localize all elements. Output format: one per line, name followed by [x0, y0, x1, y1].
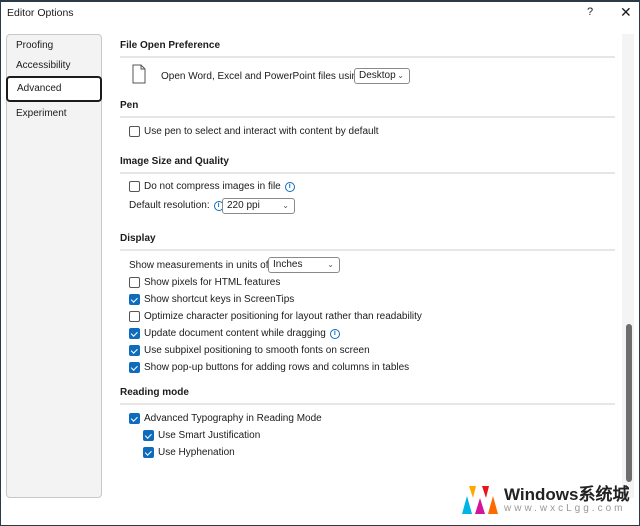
use-pen-checkbox[interactable]: Use pen to select and interact with cont… [129, 126, 379, 137]
checkbox[interactable] [129, 311, 140, 322]
checkbox-label: Update document content while dragging [144, 328, 326, 339]
checkbox-label: Do not compress images in file [144, 181, 281, 192]
checkbox[interactable] [143, 430, 154, 441]
resolution-value: 220 ppi [227, 200, 260, 211]
checkbox-label: Show pop-up buttons for adding rows and … [144, 362, 410, 373]
option-checkbox[interactable]: Use Smart Justification [143, 430, 260, 441]
divider [120, 116, 615, 118]
heading-file-open: File Open Preference [120, 40, 221, 51]
sidebar-item-proofing[interactable]: Proofing [10, 40, 59, 51]
help-button[interactable]: ? [587, 6, 593, 18]
info-icon[interactable]: i [284, 181, 295, 192]
checkbox[interactable] [129, 277, 140, 288]
checkbox[interactable] [129, 328, 140, 339]
divider [120, 56, 615, 58]
units-select[interactable]: Inches ⌄ [268, 257, 340, 273]
checkbox-label: Show pixels for HTML features [144, 277, 281, 288]
chevron-down-icon: ⌄ [282, 201, 289, 210]
option-checkbox[interactable]: Show shortcut keys in ScreenTips [129, 294, 294, 305]
divider [120, 249, 615, 251]
resolution-row: Default resolution: i [129, 200, 224, 211]
heading-display: Display [120, 233, 156, 244]
checkbox-label: Advanced Typography in Reading Mode [144, 413, 322, 424]
resolution-label: Default resolution: [129, 200, 210, 211]
window-title: Editor Options [7, 7, 74, 19]
option-checkbox[interactable]: Optimize character positioning for layou… [129, 311, 422, 322]
chevron-down-icon: ⌄ [397, 71, 404, 80]
checkbox[interactable] [129, 413, 140, 424]
units-value: Inches [273, 259, 303, 270]
heading-pen: Pen [120, 100, 139, 111]
divider [120, 403, 615, 405]
checkbox[interactable] [143, 447, 154, 458]
checkbox-label: Use pen to select and interact with cont… [144, 126, 379, 137]
close-button[interactable]: ✕ [620, 4, 632, 21]
option-checkbox[interactable]: Use Hyphenation [143, 447, 235, 458]
sidebar-item-experiment[interactable]: Experiment [10, 108, 73, 119]
option-checkbox[interactable]: Show pixels for HTML features [129, 277, 280, 288]
checkbox[interactable] [129, 181, 140, 192]
sidebar [6, 34, 102, 498]
info-icon[interactable]: i [329, 328, 340, 339]
option-checkbox[interactable]: Show pop-up buttons for adding rows and … [129, 362, 409, 373]
file-open-value: Desktop [359, 70, 396, 81]
checkbox-label: Show shortcut keys in ScreenTips [144, 294, 295, 305]
option-checkbox[interactable]: Use subpixel positioning to smooth fonts… [129, 345, 370, 356]
no-compress-checkbox[interactable]: Do not compress images in file i [129, 181, 295, 192]
file-open-label: Open Word, Excel and PowerPoint files us… [161, 71, 366, 82]
checkbox-label: Optimize character positioning for layou… [144, 311, 422, 322]
sidebar-item-accessibility[interactable]: Accessibility [10, 60, 76, 71]
checkbox[interactable] [129, 362, 140, 373]
windows-logo-icon [462, 486, 498, 514]
file-open-select[interactable]: Desktop ⌄ [354, 68, 410, 84]
heading-image: Image Size and Quality [120, 156, 229, 167]
checkbox-label: Use Hyphenation [158, 447, 235, 458]
watermark-logo: Windows系统城 www.wxcLgg.com [460, 484, 629, 516]
checkbox[interactable] [129, 345, 140, 356]
resolution-select[interactable]: 220 ppi ⌄ [222, 198, 295, 214]
checkbox[interactable] [129, 294, 140, 305]
divider [120, 172, 615, 174]
option-checkbox[interactable]: Update document content while dragging i [129, 328, 340, 339]
checkbox-label: Use Smart Justification [158, 430, 261, 441]
checkbox-label: Use subpixel positioning to smooth fonts… [144, 345, 370, 356]
sidebar-item-advanced[interactable]: Advanced [6, 76, 102, 102]
option-checkbox[interactable]: Advanced Typography in Reading Mode [129, 413, 322, 424]
scrollbar-thumb[interactable] [626, 324, 632, 482]
chevron-down-icon: ⌄ [327, 260, 334, 269]
document-icon [132, 64, 146, 84]
heading-reading: Reading mode [120, 387, 189, 398]
units-label: Show measurements in units of: [129, 260, 272, 271]
checkbox[interactable] [129, 126, 140, 137]
